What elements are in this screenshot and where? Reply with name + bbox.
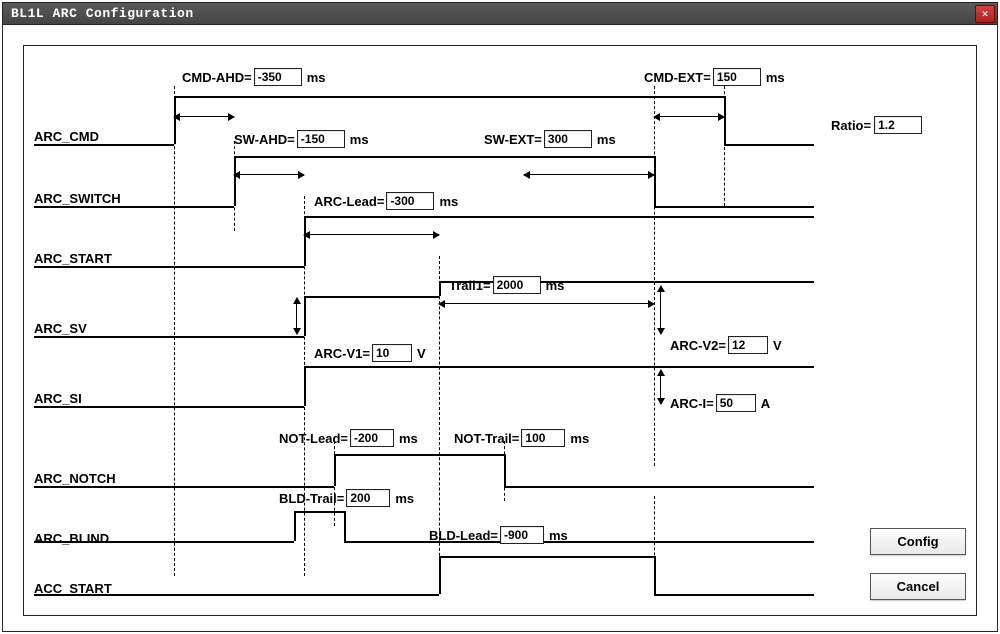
param-not-lead: NOT-Lead= ms	[279, 429, 418, 447]
config-button[interactable]: Config	[870, 528, 966, 555]
arrow-arc-lead	[304, 234, 439, 235]
signal-arc-cmd: ARC_CMD	[34, 129, 99, 144]
input-bld-lead[interactable]	[500, 526, 544, 544]
arrow-i	[660, 370, 661, 404]
input-arc-i[interactable]	[716, 394, 756, 412]
signal-arc-notch: ARC_NOTCH	[34, 471, 116, 486]
arrow-cmd-ahd	[174, 116, 234, 117]
param-arc-i: ARC-I= A	[670, 394, 770, 412]
param-sw-ahd: SW-AHD= ms	[234, 130, 369, 148]
close-button[interactable]: ✕	[975, 5, 995, 23]
param-sw-ext: SW-EXT= ms	[484, 130, 616, 148]
timing-diagram: ARC_CMD CMD-AHD= ms CMD-EXT= ms	[24, 46, 826, 615]
param-ratio: Ratio=	[831, 116, 922, 134]
signal-arc-si: ARC_SI	[34, 391, 82, 406]
input-not-lead[interactable]	[350, 429, 394, 447]
input-arc-v2[interactable]	[728, 336, 768, 354]
input-sw-ext[interactable]	[544, 130, 592, 148]
param-not-trail: NOT-Trail= ms	[454, 429, 589, 447]
param-arc-v2: ARC-V2= V	[670, 336, 782, 354]
signal-arc-sv: ARC_SV	[34, 321, 87, 336]
input-not-trail[interactable]	[521, 429, 565, 447]
input-cmd-ahd[interactable]	[254, 68, 302, 86]
input-bld-trail[interactable]	[346, 489, 390, 507]
dialog-window: BL1L ARC Configuration ✕ ARC_CMD	[2, 2, 998, 632]
param-trail1: Trail1= ms	[449, 276, 564, 294]
input-cmd-ext[interactable]	[713, 68, 761, 86]
arrow-cmd-ext	[654, 116, 724, 117]
right-panel: Ratio= Config Cancel	[831, 46, 966, 615]
input-sw-ahd[interactable]	[297, 130, 345, 148]
input-arc-lead[interactable]	[386, 192, 434, 210]
input-ratio[interactable]	[874, 116, 922, 134]
signal-arc-switch: ARC_SWITCH	[34, 191, 121, 206]
arrow-v2	[660, 286, 661, 334]
guide-sw-ext-left	[654, 86, 655, 466]
arrow-sw-ahd	[234, 174, 304, 175]
window-title: BL1L ARC Configuration	[11, 6, 194, 21]
arrow-trail1	[439, 303, 654, 304]
arrow-sw-ext	[524, 174, 654, 175]
guide-cmd-ahd	[174, 86, 175, 576]
cancel-button[interactable]: Cancel	[870, 573, 966, 600]
client-area: ARC_CMD CMD-AHD= ms CMD-EXT= ms	[3, 25, 997, 631]
param-bld-trail: BLD-Trail= ms	[279, 489, 414, 507]
titlebar: BL1L ARC Configuration ✕	[3, 3, 997, 25]
param-cmd-ahd: CMD-AHD= ms	[182, 68, 326, 86]
frame: ARC_CMD CMD-AHD= ms CMD-EXT= ms	[23, 45, 977, 616]
signal-arc-start: ARC_START	[34, 251, 112, 266]
param-arc-lead: ARC-Lead= ms	[314, 192, 458, 210]
signal-arc-blind: ARC_BLIND	[34, 531, 109, 546]
arrow-v1	[296, 298, 297, 334]
param-bld-lead: BLD-Lead= ms	[429, 526, 568, 544]
param-cmd-ext: CMD-EXT= ms	[644, 68, 785, 86]
close-icon: ✕	[982, 7, 989, 21]
input-arc-v1[interactable]	[372, 344, 412, 362]
param-arc-v1: ARC-V1= V	[314, 344, 426, 362]
input-trail1[interactable]	[493, 276, 541, 294]
